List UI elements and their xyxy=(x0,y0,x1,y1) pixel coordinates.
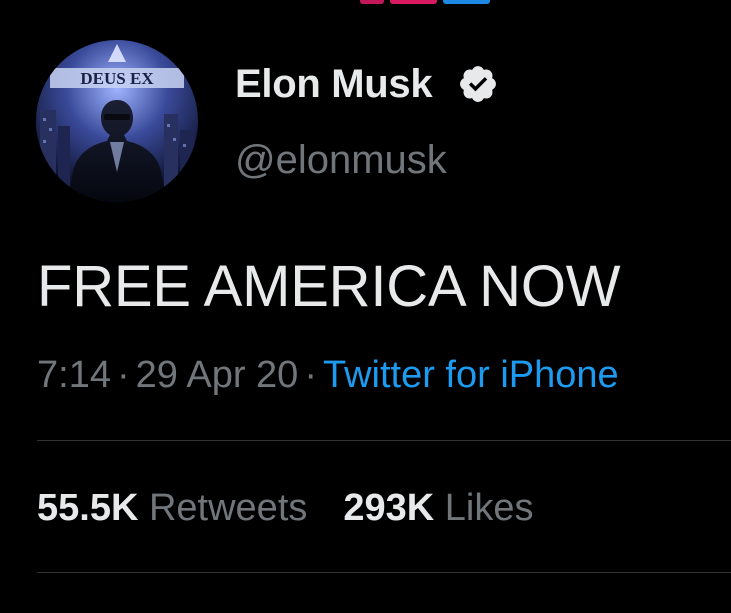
divider xyxy=(37,572,731,573)
likes-stat[interactable]: 293K Likes xyxy=(343,487,533,529)
retweets-label: Retweets xyxy=(148,487,308,529)
user-handle[interactable]: @elonmusk xyxy=(235,138,447,183)
tweet-detail-view: DEUS EX Elon Musk @elonmusk FREE AMERICA… xyxy=(0,0,731,613)
engagement-stats: 55.5K Retweets 293K Likes xyxy=(37,487,534,530)
likes-label: Likes xyxy=(444,487,534,529)
tweet-date[interactable]: 29 Apr 20 xyxy=(136,354,299,396)
tweet-source-link[interactable]: Twitter for iPhone xyxy=(323,354,619,396)
avatar[interactable]: DEUS EX xyxy=(36,40,198,202)
likes-count: 293K xyxy=(343,487,435,529)
retweets-stat[interactable]: 55.5K Retweets xyxy=(37,487,307,529)
tweet-text: FREE AMERICA NOW xyxy=(37,254,621,319)
display-name[interactable]: Elon Musk xyxy=(235,62,433,107)
retweets-count: 55.5K xyxy=(37,487,139,529)
deus-ex-avatar-image: DEUS EX xyxy=(36,40,198,202)
meta-separator: · xyxy=(304,354,317,396)
divider xyxy=(37,440,731,441)
verified-badge-icon xyxy=(460,66,496,102)
tweet-metadata: 7:14 · 29 Apr 20 · Twitter for iPhone xyxy=(37,354,619,397)
meta-separator: · xyxy=(116,354,130,396)
tweet-time[interactable]: 7:14 xyxy=(37,354,111,396)
svg-text:DEUS EX: DEUS EX xyxy=(80,69,154,88)
top-edge-strip xyxy=(360,0,490,4)
